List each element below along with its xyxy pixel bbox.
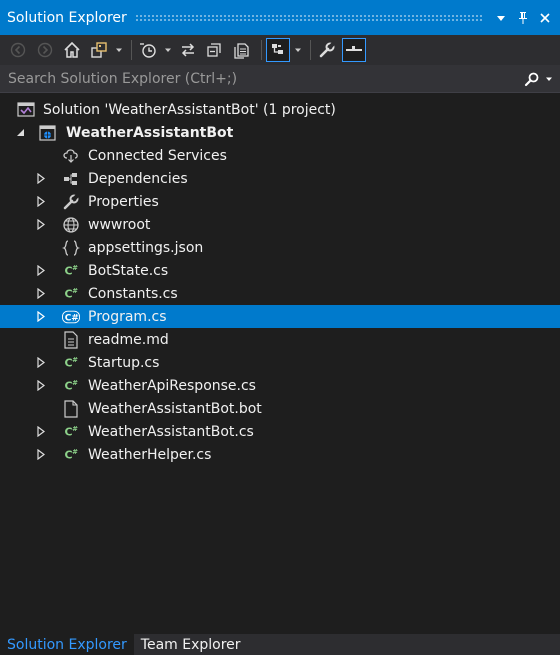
collapsed-arrow-icon[interactable] xyxy=(35,167,47,190)
tree-item-label: Program.cs xyxy=(88,308,167,325)
solution-icon xyxy=(17,98,35,121)
preview-dropdown-icon[interactable] xyxy=(293,38,303,62)
tree-item-label: Dependencies xyxy=(88,170,188,187)
tree-item-wwwroot[interactable]: wwwroot xyxy=(0,213,560,236)
tree-item-readme[interactable]: readme.md xyxy=(0,328,560,351)
preview-selected-items-icon[interactable] xyxy=(266,38,290,62)
tree-item-label: Solution 'WeatherAssistantBot' (1 projec… xyxy=(43,101,336,118)
toolbar-separator xyxy=(131,40,132,60)
tool-window-tabs: Solution Explorer Team Explorer xyxy=(0,634,560,655)
tree-item-label: readme.md xyxy=(88,331,169,348)
tab-solution-explorer[interactable]: Solution Explorer xyxy=(0,634,134,655)
tree-item-label: WeatherAssistantBot.bot xyxy=(88,400,262,417)
collapsed-arrow-icon[interactable] xyxy=(35,190,47,213)
forward-icon[interactable] xyxy=(33,38,57,62)
tree-item-connected-services[interactable]: Connected Services xyxy=(0,144,560,167)
json-file-icon xyxy=(62,236,80,259)
tree-item-bot-file[interactable]: WeatherAssistantBot.bot xyxy=(0,397,560,420)
toolbar xyxy=(0,35,560,65)
csharp-file-icon: C# xyxy=(64,263,78,278)
window-menu-dropdown-icon[interactable] xyxy=(490,0,512,35)
csharp-file-icon: C# xyxy=(64,355,78,370)
pin-icon[interactable] xyxy=(512,0,534,35)
collapse-all-icon[interactable] xyxy=(203,38,227,62)
tree-item-label: Connected Services xyxy=(88,147,227,164)
tree-item-label: Properties xyxy=(88,193,159,210)
wrench-icon xyxy=(62,190,80,213)
tree-item-properties[interactable]: Properties xyxy=(0,190,560,213)
toolbar-separator xyxy=(261,40,262,60)
properties-wrench-icon[interactable] xyxy=(315,38,339,62)
tree-item-label: WeatherAssistantBot xyxy=(66,124,234,141)
tree-item-startup[interactable]: C# Startup.cs xyxy=(0,351,560,374)
expanded-arrow-icon[interactable] xyxy=(14,121,26,144)
connected-services-icon xyxy=(62,144,80,167)
tree-item-weatherassistantbot-cs[interactable]: C# WeatherAssistantBot.cs xyxy=(0,420,560,443)
tree-item-weatherapiresponse[interactable]: C# WeatherApiResponse.cs xyxy=(0,374,560,397)
active-document-preview-icon[interactable] xyxy=(342,38,366,62)
tree-item-label: WeatherHelper.cs xyxy=(88,446,212,463)
pending-changes-filter-icon[interactable] xyxy=(136,38,160,62)
tree-item-label: WeatherApiResponse.cs xyxy=(88,377,256,394)
title-bar[interactable]: Solution Explorer xyxy=(0,0,560,35)
dependencies-icon xyxy=(62,167,80,190)
show-all-files-icon[interactable] xyxy=(230,38,254,62)
tree-item-constants[interactable]: C# Constants.cs xyxy=(0,282,560,305)
back-icon[interactable] xyxy=(6,38,30,62)
text-file-icon xyxy=(62,328,80,351)
tree-item-label: BotState.cs xyxy=(88,262,169,279)
collapsed-arrow-icon[interactable] xyxy=(35,443,47,466)
tree-item-weatherhelper[interactable]: C# WeatherHelper.cs xyxy=(0,443,560,466)
csharp-file-icon: C# xyxy=(64,378,78,393)
csharp-file-icon: C# xyxy=(64,424,78,439)
tree-item-program[interactable]: C# Program.cs xyxy=(0,305,560,328)
title-grip[interactable] xyxy=(134,13,482,22)
sync-with-active-document-icon[interactable] xyxy=(176,38,200,62)
tree-item-label: Constants.cs xyxy=(88,285,178,302)
web-project-icon xyxy=(39,121,57,144)
tree-item-label: WeatherAssistantBot.cs xyxy=(88,423,254,440)
search-bar xyxy=(0,65,560,93)
tree-item-project[interactable]: WeatherAssistantBot xyxy=(0,121,560,144)
tree-item-botstate[interactable]: C# BotState.cs xyxy=(0,259,560,282)
collapsed-arrow-icon[interactable] xyxy=(35,420,47,443)
switch-views-icon[interactable] xyxy=(87,38,111,62)
search-input[interactable] xyxy=(0,69,522,88)
collapsed-arrow-icon[interactable] xyxy=(35,351,47,374)
switch-views-dropdown-icon[interactable] xyxy=(114,38,124,62)
tree-item-appsettings[interactable]: appsettings.json xyxy=(0,236,560,259)
toolbar-separator xyxy=(310,40,311,60)
close-icon[interactable] xyxy=(534,0,556,35)
search-options-dropdown-icon[interactable] xyxy=(542,65,556,93)
filter-dropdown-icon[interactable] xyxy=(163,38,173,62)
tree-item-dependencies[interactable]: Dependencies xyxy=(0,167,560,190)
csharp-file-icon: C# xyxy=(62,305,80,328)
globe-icon xyxy=(62,213,80,236)
svg-text:C#: C# xyxy=(65,313,79,323)
window-title: Solution Explorer xyxy=(7,9,127,26)
search-icon[interactable] xyxy=(522,65,542,93)
collapsed-arrow-icon[interactable] xyxy=(35,305,47,328)
csharp-file-icon: C# xyxy=(64,447,78,462)
collapsed-arrow-icon[interactable] xyxy=(35,259,47,282)
tree-item-label: wwwroot xyxy=(88,216,151,233)
file-icon xyxy=(62,397,80,420)
tree-item-label: appsettings.json xyxy=(88,239,204,256)
home-icon[interactable] xyxy=(60,38,84,62)
collapsed-arrow-icon[interactable] xyxy=(35,213,47,236)
csharp-file-icon: C# xyxy=(64,286,78,301)
tree-item-solution[interactable]: Solution 'WeatherAssistantBot' (1 projec… xyxy=(0,98,560,121)
collapsed-arrow-icon[interactable] xyxy=(35,282,47,305)
tree-item-label: Startup.cs xyxy=(88,354,160,371)
collapsed-arrow-icon[interactable] xyxy=(35,374,47,397)
tab-team-explorer[interactable]: Team Explorer xyxy=(134,634,248,655)
